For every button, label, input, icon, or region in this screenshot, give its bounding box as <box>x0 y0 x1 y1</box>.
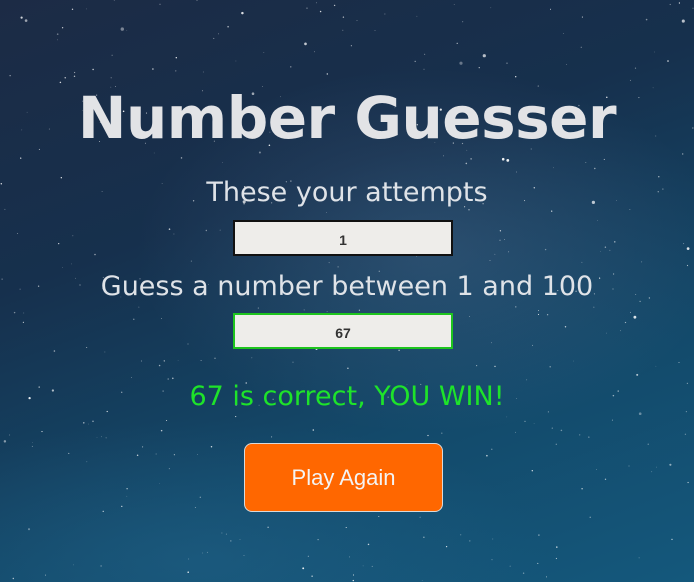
page-title: Number Guesser <box>77 84 617 152</box>
attempts-display: 1 <box>233 220 453 256</box>
guess-input[interactable]: 67 <box>233 313 453 349</box>
attempts-label: These your attempts <box>206 177 488 208</box>
result-message: 67 is correct, YOU WIN! <box>189 381 505 412</box>
play-again-button[interactable]: Play Again <box>244 443 443 512</box>
guess-prompt-label: Guess a number between 1 and 100 <box>100 271 594 302</box>
